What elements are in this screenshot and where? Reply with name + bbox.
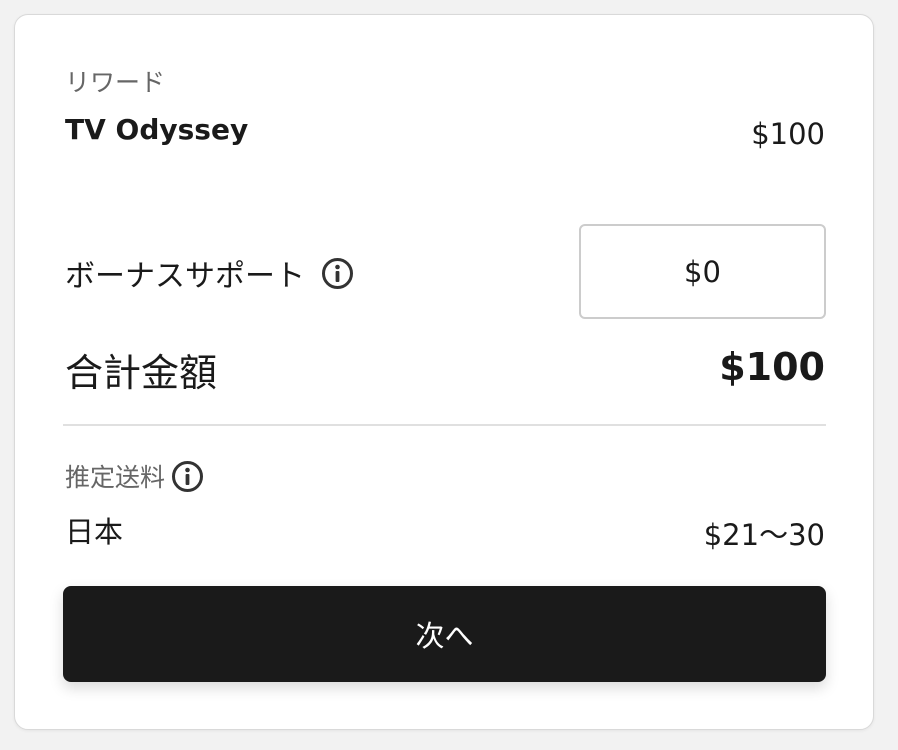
bonus-support-row-label: ボーナスサポート: [65, 251, 354, 295]
info-icon[interactable]: [321, 257, 354, 290]
reward-price: $100: [751, 117, 825, 151]
pledge-summary-card: リワード TV Odyssey $100 ボーナスサポート $0 合計金額 $1…: [14, 14, 874, 730]
shipping-country: 日本: [65, 515, 124, 549]
bonus-support-value: $0: [684, 254, 721, 289]
shipping-label: 推定送料: [65, 463, 166, 492]
reward-section-label: リワード: [65, 68, 166, 97]
shipping-price: $21〜30: [703, 518, 825, 552]
reward-name: TV Odyssey: [65, 113, 249, 146]
next-button-label: 次へ: [415, 619, 474, 653]
info-icon[interactable]: [171, 460, 204, 493]
bonus-support-input[interactable]: $0: [579, 224, 826, 319]
total-label: 合計金額: [65, 351, 218, 395]
next-button[interactable]: 次へ: [63, 586, 826, 682]
total-value: $100: [719, 345, 825, 389]
shipping-label-row: 推定送料: [65, 458, 204, 494]
divider: [63, 424, 826, 426]
bonus-support-label: ボーナスサポート: [65, 259, 305, 294]
